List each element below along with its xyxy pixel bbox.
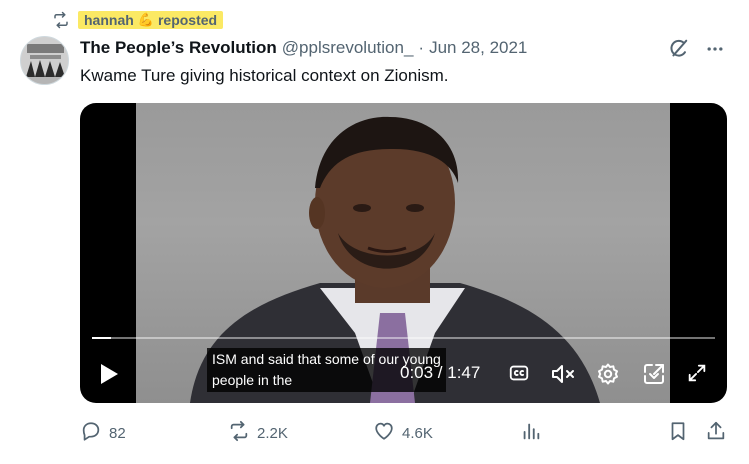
video-player[interactable]: ISM and said that some of our young peop…: [80, 103, 727, 403]
bookmark-icon: [667, 420, 689, 446]
settings-icon[interactable]: [596, 362, 620, 386]
fullscreen-icon[interactable]: [686, 362, 708, 384]
bookmark-button[interactable]: [667, 420, 689, 446]
tweet-date[interactable]: Jun 28, 2021: [429, 38, 527, 58]
video-progress-bar[interactable]: [92, 337, 715, 339]
repost-icon: [228, 420, 250, 446]
author-handle[interactable]: @pplsrevolution_: [282, 38, 414, 58]
more-icon[interactable]: [705, 39, 725, 59]
play-icon[interactable]: [98, 362, 120, 386]
views-button[interactable]: [520, 420, 542, 446]
share-icon: [705, 420, 727, 446]
video-progress-fill: [92, 337, 111, 339]
reposted-label: reposted: [157, 12, 218, 28]
reply-button[interactable]: 82: [80, 420, 126, 446]
reply-icon: [80, 420, 102, 446]
grok-icon[interactable]: [667, 38, 689, 60]
captions-icon[interactable]: [508, 362, 530, 384]
reposter-name[interactable]: hannah: [84, 12, 134, 28]
repost-count: 2.2K: [257, 424, 288, 442]
tweet-text: Kwame Ture giving historical context on …: [80, 66, 449, 85]
separator-dot: ·: [418, 38, 425, 57]
popout-icon[interactable]: [642, 362, 666, 386]
social-context: hannah 💪 reposted: [52, 9, 224, 31]
like-count: 4.6K: [402, 424, 433, 442]
repost-icon: [52, 11, 70, 29]
reposted-by[interactable]: hannah 💪 reposted: [78, 11, 224, 29]
share-button[interactable]: [705, 420, 727, 446]
flexed-arm-emoji: 💪: [137, 12, 154, 27]
like-button[interactable]: 4.6K: [373, 420, 433, 446]
repost-button[interactable]: 2.2K: [228, 420, 288, 446]
author-name[interactable]: The People’s Revolution: [80, 38, 277, 58]
tweet-header: The People’s Revolution @pplsrevolution_…: [80, 38, 527, 58]
mute-icon[interactable]: [550, 362, 576, 386]
video-controls: 0:03 / 1:47: [80, 359, 727, 389]
reply-count: 82: [109, 424, 126, 442]
views-icon: [520, 420, 542, 446]
avatar[interactable]: [20, 36, 69, 85]
video-time: 0:03 / 1:47: [400, 363, 481, 382]
like-icon: [373, 420, 395, 446]
top-actions: [667, 38, 725, 60]
action-bar: 82 2.2K 4.6K: [80, 420, 730, 444]
